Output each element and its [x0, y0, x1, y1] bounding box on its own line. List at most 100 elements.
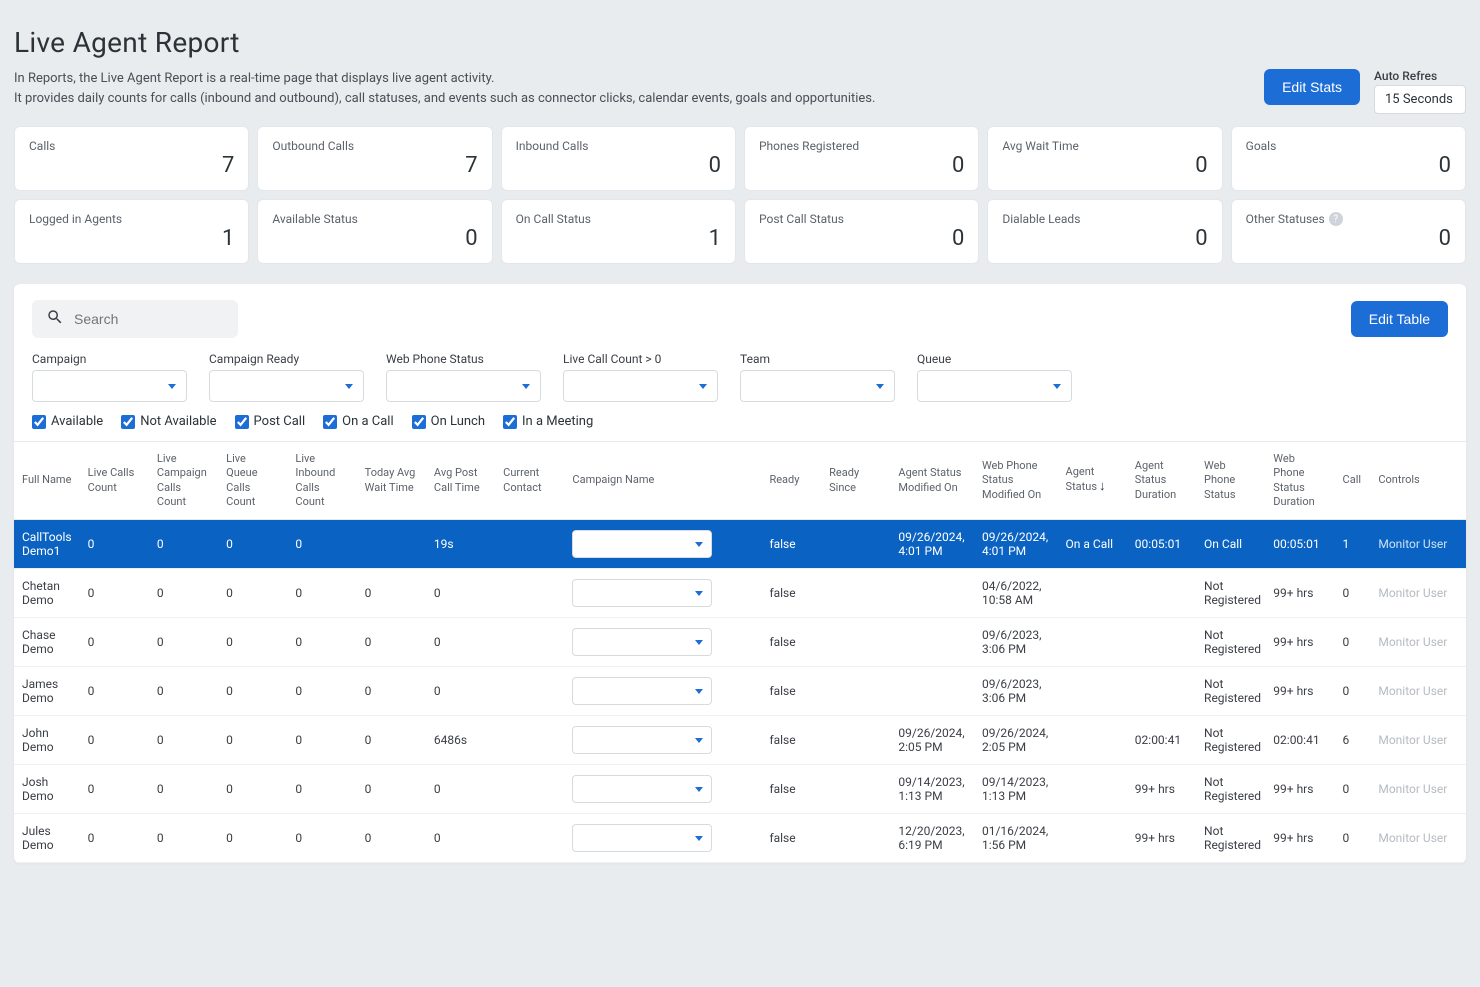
checkbox-input[interactable] [412, 415, 426, 429]
checkbox-label: On a Call [342, 414, 394, 429]
checkbox-input[interactable] [503, 415, 517, 429]
stat-card-label: Available Status [272, 212, 477, 226]
column-header[interactable]: Web Phone Status Modified On [974, 442, 1058, 520]
table-row[interactable]: James Demo000000false09/6/2023, 3:06 PMN… [14, 667, 1466, 716]
campaign-select[interactable] [572, 677, 712, 705]
stat-card-value: 0 [272, 226, 477, 251]
description-line-1: In Reports, the Live Agent Report is a r… [14, 69, 875, 89]
monitor-user-link[interactable]: Monitor User [1378, 537, 1447, 551]
column-header[interactable]: Avg Post Call Time [426, 442, 495, 520]
monitor-user-link[interactable]: Monitor User [1378, 586, 1447, 600]
campaign-select[interactable] [572, 628, 712, 656]
table-cell [357, 520, 426, 569]
column-header[interactable]: Live Calls Count [80, 442, 149, 520]
monitor-user-link[interactable]: Monitor User [1378, 733, 1447, 747]
table-cell [495, 716, 564, 765]
table-cell: 0 [1335, 569, 1371, 618]
column-header[interactable]: Today Avg Wait Time [357, 442, 426, 520]
column-header[interactable]: Live Queue Calls Count [218, 442, 287, 520]
column-header[interactable]: Web Phone Status [1196, 442, 1265, 520]
help-icon[interactable]: ? [1329, 212, 1343, 226]
filter-select[interactable] [740, 370, 895, 402]
column-header[interactable]: Full Name [14, 442, 80, 520]
table-row[interactable]: CallTools Demo1000019sfalse09/26/2024, 4… [14, 520, 1466, 569]
monitor-user-link[interactable]: Monitor User [1378, 831, 1447, 845]
table-row[interactable]: Josh Demo000000false09/14/2023, 1:13 PM0… [14, 765, 1466, 814]
filter-select[interactable] [209, 370, 364, 402]
status-checkbox[interactable]: On Lunch [412, 414, 485, 429]
campaign-select[interactable] [572, 530, 712, 558]
table-cell: 09/6/2023, 3:06 PM [974, 618, 1058, 667]
table-cell: On a Call [1058, 520, 1127, 569]
stat-card-label: Logged in Agents [29, 212, 234, 226]
status-checkbox[interactable]: Available [32, 414, 103, 429]
checkbox-input[interactable] [121, 415, 135, 429]
column-header[interactable]: Live Inbound Calls Count [287, 442, 356, 520]
table-cell: Not Registered [1196, 569, 1265, 618]
table-row[interactable]: Chase Demo000000false09/6/2023, 3:06 PMN… [14, 618, 1466, 667]
checkbox-input[interactable] [235, 415, 249, 429]
status-checkbox[interactable]: Post Call [235, 414, 306, 429]
column-header[interactable]: Agent Status Modified On [890, 442, 974, 520]
stat-card: Post Call Status0 [744, 199, 979, 264]
status-checkbox[interactable]: Not Available [121, 414, 216, 429]
filter-select[interactable] [32, 370, 187, 402]
table-cell: 0 [80, 716, 149, 765]
table-row[interactable]: Jules Demo000000false12/20/2023, 6:19 PM… [14, 814, 1466, 863]
table-cell: Monitor User [1370, 667, 1466, 716]
column-header[interactable]: Campaign Name [564, 442, 761, 520]
campaign-select[interactable] [572, 824, 712, 852]
column-header[interactable]: Ready [761, 442, 821, 520]
table-cell: Jules Demo [14, 814, 80, 863]
table-cell [564, 569, 761, 618]
table-row[interactable]: Chetan Demo000000false04/6/2022, 10:58 A… [14, 569, 1466, 618]
checkbox-input[interactable] [323, 415, 337, 429]
column-header[interactable]: Call [1335, 442, 1371, 520]
chevron-down-icon [695, 591, 703, 596]
filter-label: Campaign [32, 352, 187, 366]
table-cell [495, 814, 564, 863]
filter-select[interactable] [563, 370, 718, 402]
monitor-user-link[interactable]: Monitor User [1378, 782, 1447, 796]
monitor-user-link[interactable]: Monitor User [1378, 635, 1447, 649]
filter-select[interactable] [386, 370, 541, 402]
table-cell [821, 569, 890, 618]
page-title: Live Agent Report [0, 0, 1480, 69]
search-input[interactable] [74, 311, 224, 327]
campaign-select[interactable] [572, 726, 712, 754]
stats-row-bottom: Logged in Agents1Available Status0On Cal… [0, 199, 1480, 272]
column-header[interactable]: Live Campaign Calls Count [149, 442, 218, 520]
table-row[interactable]: John Demo000006486sfalse09/26/2024, 2:05… [14, 716, 1466, 765]
search-box[interactable] [32, 300, 238, 338]
table-cell [564, 667, 761, 716]
chevron-down-icon [695, 689, 703, 694]
column-header[interactable]: Ready Since [821, 442, 890, 520]
table-cell: Monitor User [1370, 618, 1466, 667]
table-cell: 00:05:01 [1127, 520, 1196, 569]
status-checkbox[interactable]: In a Meeting [503, 414, 593, 429]
edit-table-button[interactable]: Edit Table [1351, 301, 1448, 337]
checkbox-input[interactable] [32, 415, 46, 429]
edit-stats-button[interactable]: Edit Stats [1264, 69, 1360, 105]
column-header[interactable]: Current Contact [495, 442, 564, 520]
checkbox-label: Available [51, 414, 103, 429]
table-cell [890, 667, 974, 716]
monitor-user-link[interactable]: Monitor User [1378, 684, 1447, 698]
campaign-select[interactable] [572, 579, 712, 607]
status-checkbox[interactable]: On a Call [323, 414, 394, 429]
stat-card: Dialable Leads0 [987, 199, 1222, 264]
sort-down-icon: ↓ [1099, 479, 1106, 496]
filter-select[interactable] [917, 370, 1072, 402]
column-header[interactable]: Controls [1370, 442, 1466, 520]
column-header[interactable]: Web Phone Status Duration [1265, 442, 1334, 520]
stat-card-label: Calls [29, 139, 234, 153]
column-header[interactable]: Agent Status Duration [1127, 442, 1196, 520]
filter: Web Phone Status [386, 352, 541, 402]
table-cell: 0 [1335, 618, 1371, 667]
table-cell: 09/26/2024, 2:05 PM [890, 716, 974, 765]
table-cell [821, 520, 890, 569]
auto-refresh-select[interactable]: 15 Seconds [1374, 85, 1466, 114]
column-header[interactable]: Agent Status↓ [1058, 442, 1127, 520]
campaign-select[interactable] [572, 775, 712, 803]
table-cell [495, 667, 564, 716]
